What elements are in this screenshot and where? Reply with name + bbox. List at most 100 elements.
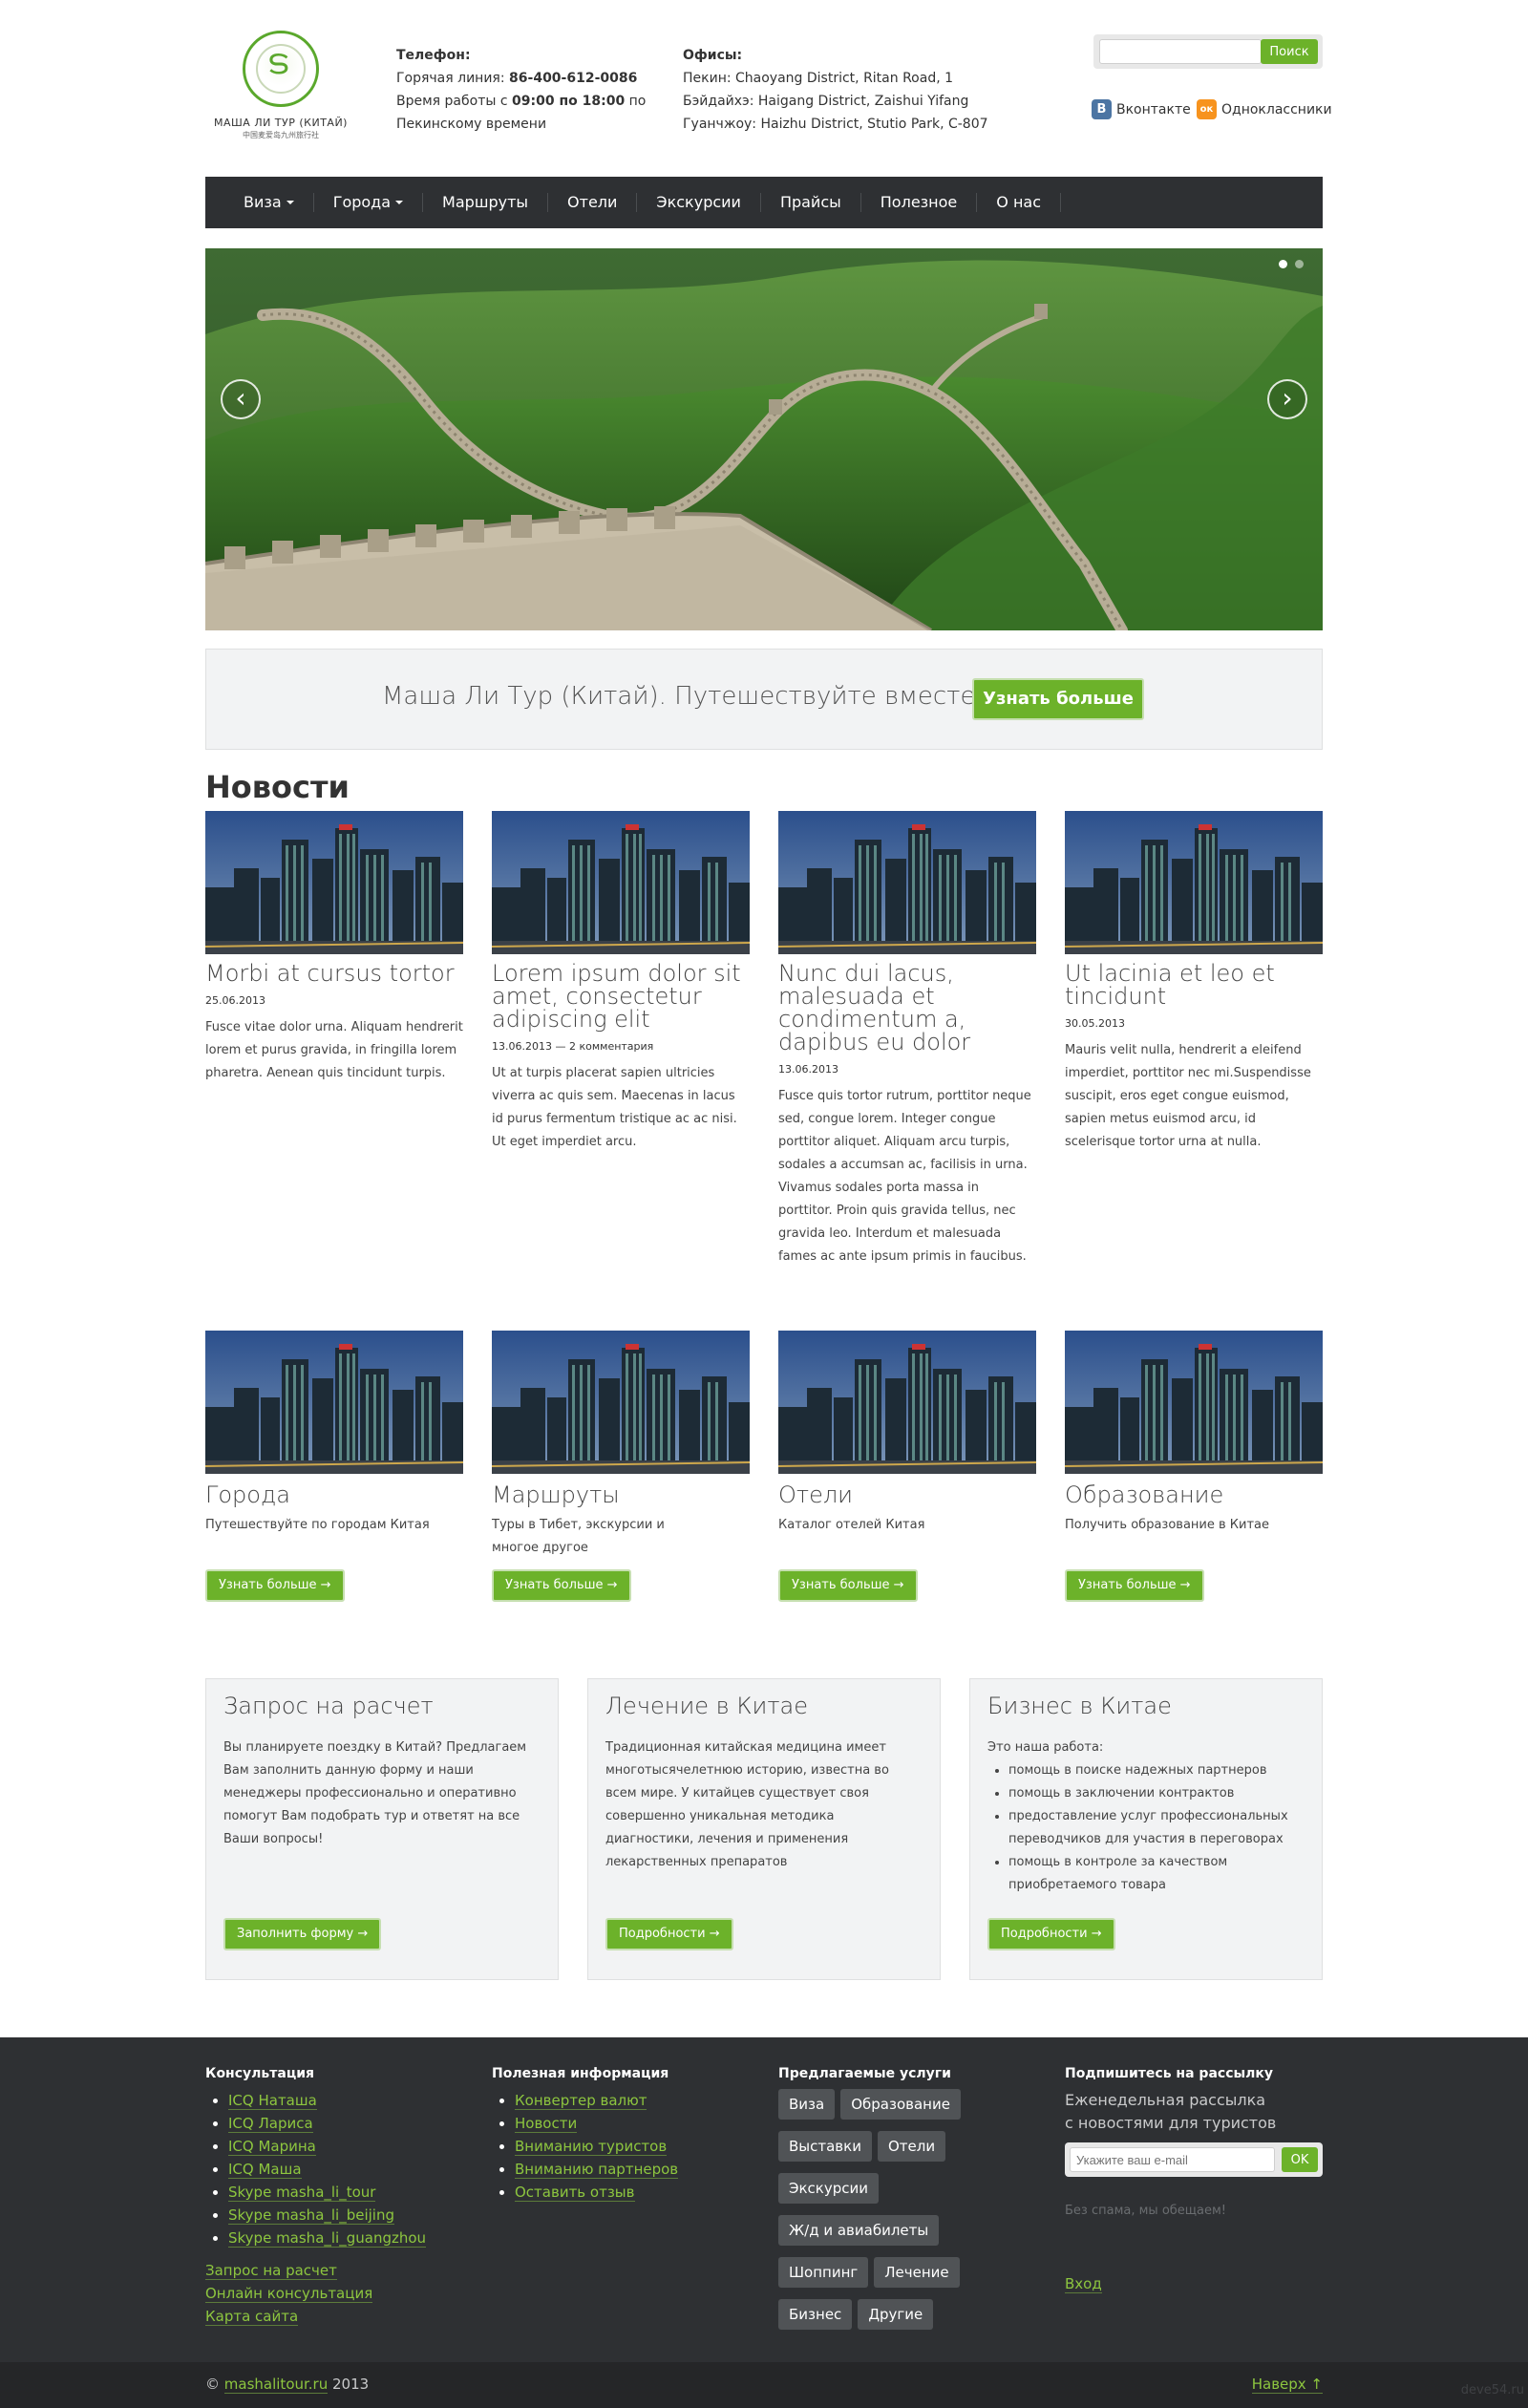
- tourists-link[interactable]: Вниманию туристов: [515, 2138, 668, 2156]
- slider-next-button[interactable]: ›: [1267, 379, 1307, 419]
- search-input[interactable]: [1099, 39, 1262, 64]
- back-to-top-link[interactable]: Наверх ↑: [1251, 2376, 1323, 2394]
- skype-guangzhou-link[interactable]: Skype masha_li_guangzhou: [228, 2229, 427, 2248]
- cta-learn-more-button[interactable]: Узнать больше: [972, 678, 1144, 720]
- sitemap-link[interactable]: Карта сайта: [205, 2308, 299, 2326]
- skype-beijing-link[interactable]: Skype masha_li_beijing: [228, 2206, 395, 2225]
- nav-item-about[interactable]: О нас: [977, 193, 1062, 212]
- service-title[interactable]: Образование: [1065, 1481, 1323, 1508]
- footer-consult: Консультация ICQ Наташа ICQ Лариса ICQ М…: [205, 2066, 427, 2328]
- news-thumbnail[interactable]: [778, 811, 1036, 954]
- treatment-text: Традиционная китайская медицина имеет мн…: [605, 1740, 889, 1869]
- icq-marina-link[interactable]: ICQ Марина: [228, 2138, 316, 2156]
- currency-converter-link[interactable]: Конвертер валют: [515, 2092, 647, 2110]
- list-item: предоставление услуг профессиональных пе…: [1008, 1805, 1324, 1851]
- business-intro: Это наша работа:: [987, 1740, 1104, 1755]
- news-item-title[interactable]: Morbi at cursus tortor: [205, 962, 463, 985]
- tag-shopping[interactable]: Шоппинг: [778, 2257, 869, 2288]
- city-skyline-image: [778, 811, 1036, 954]
- service-learn-more-button[interactable]: Узнать больше →: [205, 1569, 345, 1602]
- news-item: Morbi at cursus tortor 25.06.2013 Fusce …: [205, 811, 463, 1085]
- partners-link[interactable]: Вниманию партнеров: [515, 2161, 679, 2179]
- watermark: deve54.ru: [1460, 2383, 1524, 2397]
- service-thumbnail[interactable]: [205, 1331, 463, 1474]
- logo-subtitle: 中国麦爱岛九州旅行社: [243, 131, 319, 139]
- service-learn-more-button[interactable]: Узнать больше →: [1065, 1569, 1204, 1602]
- tag-visa[interactable]: Виза: [778, 2089, 836, 2120]
- city-skyline-image: [205, 811, 463, 954]
- business-details-button[interactable]: Подробности →: [987, 1918, 1115, 1950]
- news-item-text: Ut at turpis placerat sapien ultricies v…: [492, 1066, 737, 1149]
- fill-form-button[interactable]: Заполнить форму →: [223, 1918, 382, 1950]
- service-title[interactable]: Города: [205, 1481, 463, 1508]
- service-thumbnail[interactable]: [778, 1331, 1036, 1474]
- slider-dot[interactable]: [1279, 260, 1287, 268]
- service-thumbnail[interactable]: [1065, 1331, 1323, 1474]
- treatment-box: Лечение в Китае Традиционная китайская м…: [587, 1678, 941, 1980]
- search-form: Поиск: [1093, 34, 1323, 69]
- tag-education[interactable]: Образование: [840, 2089, 961, 2120]
- hotline-number[interactable]: 86-400-612-0086: [509, 71, 637, 86]
- working-hours-line2: Пекинскому времени: [396, 117, 547, 132]
- tag-treatment[interactable]: Лечение: [874, 2257, 960, 2288]
- treatment-details-button[interactable]: Подробности →: [605, 1918, 733, 1950]
- request-link[interactable]: Запрос на расчет: [205, 2262, 337, 2280]
- city-skyline-image: [205, 1331, 463, 1474]
- nav-item-useful[interactable]: Полезное: [861, 193, 978, 212]
- phone-block: Телефон: Горячая линия: 86-400-612-0086 …: [396, 44, 646, 136]
- news-thumbnail[interactable]: [205, 811, 463, 954]
- icq-larisa-link[interactable]: ICQ Лариса: [228, 2115, 313, 2133]
- leave-review-link[interactable]: Оставить отзыв: [515, 2184, 635, 2202]
- news-thumbnail[interactable]: [492, 811, 750, 954]
- service-learn-more-button[interactable]: Узнать больше →: [778, 1569, 918, 1602]
- service-item-routes: Маршруты Туры в Тибет, экскурсии и много…: [492, 1331, 750, 1602]
- news-item-date: 13.06.2013 — 2 комментария: [492, 1040, 654, 1053]
- office-guangzhou: Гуанчжоу: Haizhu District, Stutio Park, …: [683, 117, 988, 132]
- tag-hotels[interactable]: Отели: [877, 2131, 946, 2162]
- email-field[interactable]: [1070, 2147, 1275, 2172]
- subscribe-button[interactable]: OK: [1282, 2147, 1318, 2172]
- news-item-date: 13.06.2013: [778, 1063, 838, 1076]
- nav-item-routes[interactable]: Маршруты: [423, 193, 549, 212]
- search-button[interactable]: Поиск: [1261, 39, 1318, 64]
- hero-slider: ‹ ›: [205, 248, 1323, 630]
- swan-logo-icon: ട: [243, 31, 319, 107]
- service-thumbnail[interactable]: [492, 1331, 750, 1474]
- city-skyline-image: [1065, 1331, 1323, 1474]
- treatment-title: Лечение в Китае: [605, 1693, 808, 1719]
- logo[interactable]: ട МАША ЛИ ТУР (КИТАЙ) 中国麦爱岛九州旅行社: [211, 27, 347, 141]
- social-odnoklassniki[interactable]: ок Одноклассники: [1197, 99, 1332, 119]
- online-consult-link[interactable]: Онлайн консультация: [205, 2285, 373, 2303]
- phone-title: Телефон:: [396, 48, 471, 63]
- icq-natasha-link[interactable]: ICQ Наташа: [228, 2092, 317, 2110]
- skype-tour-link[interactable]: Skype masha_li_tour: [228, 2184, 376, 2202]
- service-title[interactable]: Отели: [778, 1481, 1036, 1508]
- tag-tickets[interactable]: Ж/д и авиабилеты: [778, 2215, 940, 2246]
- tag-exhibitions[interactable]: Выставки: [778, 2131, 872, 2162]
- news-item-title[interactable]: Ut lacinia et leo et tincidunt: [1065, 962, 1323, 1008]
- news-item-title[interactable]: Lorem ipsum dolor sit amet, consectetur …: [492, 962, 750, 1031]
- tag-other[interactable]: Другие: [858, 2299, 934, 2330]
- news-thumbnail[interactable]: [1065, 811, 1323, 954]
- nav-item-visa[interactable]: Виза: [224, 193, 314, 212]
- icq-masha-link[interactable]: ICQ Маша: [228, 2161, 302, 2179]
- tag-business[interactable]: Бизнес: [778, 2299, 853, 2330]
- list-item: помощь в контроле за качеством приобрета…: [1008, 1851, 1324, 1897]
- news-item: Ut lacinia et leo et tincidunt 30.05.201…: [1065, 811, 1323, 1154]
- news-link[interactable]: Новости: [515, 2115, 578, 2133]
- service-title[interactable]: Маршруты: [492, 1481, 750, 1508]
- no-spam-note: Без спама, мы обещаем!: [1065, 2204, 1227, 2218]
- slider-dot[interactable]: [1295, 260, 1304, 268]
- tag-excursions[interactable]: Экскурсии: [778, 2173, 879, 2204]
- nav-item-hotels[interactable]: Отели: [548, 193, 638, 212]
- social-vk[interactable]: В Вконтакте: [1092, 99, 1191, 119]
- site-link[interactable]: mashalitour.ru: [223, 2376, 329, 2394]
- nav-item-excursions[interactable]: Экскурсии: [637, 193, 761, 212]
- nav-item-cities[interactable]: Города: [314, 193, 424, 212]
- nav-item-prices[interactable]: Прайсы: [761, 193, 861, 212]
- slider-dots: [1279, 260, 1304, 268]
- news-item-title[interactable]: Nunc dui lacus, malesuada et condimentum…: [778, 962, 1036, 1054]
- slider-prev-button[interactable]: ‹: [221, 379, 261, 419]
- login-link[interactable]: Вход: [1065, 2275, 1102, 2293]
- service-learn-more-button[interactable]: Узнать больше →: [492, 1569, 631, 1602]
